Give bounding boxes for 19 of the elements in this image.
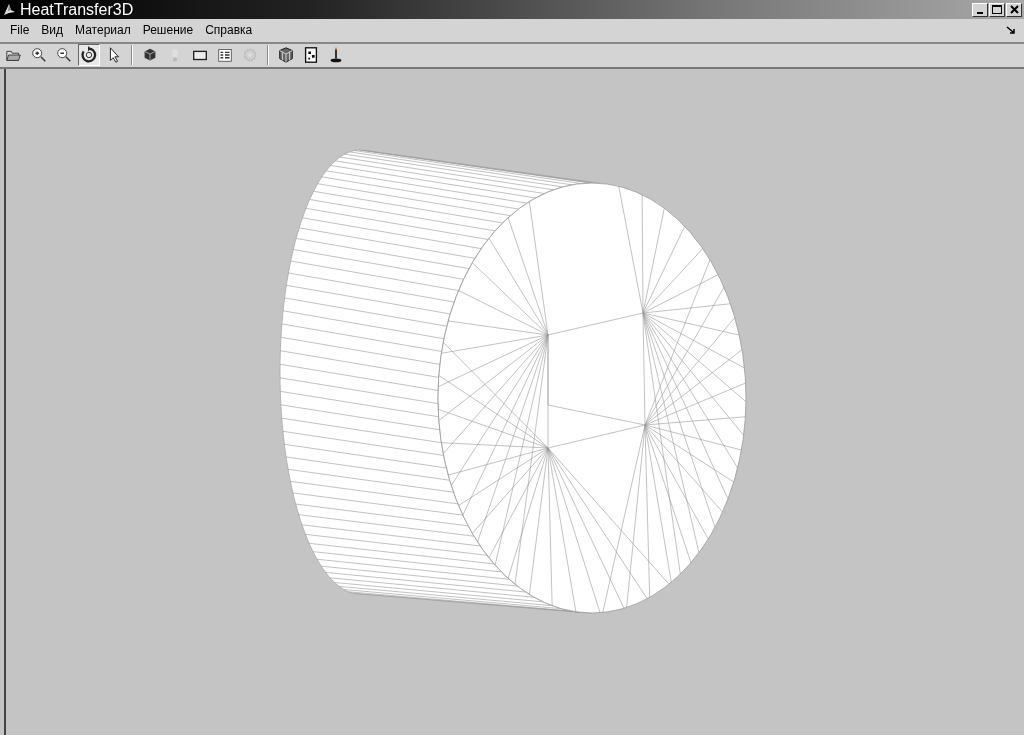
menu-item[interactable]: Справка [199,21,259,40]
toolbar-button[interactable] [78,44,100,67]
app-logo-icon [2,2,16,17]
mesh-cube-icon [277,46,295,65]
minimize-button[interactable] [972,2,988,17]
window-title: HeatTransfer3D [20,0,135,19]
list-icon [216,46,234,65]
maximize-icon [992,5,1002,14]
maximize-button[interactable] [989,2,1005,17]
grid-document-icon [302,46,320,65]
dock-arrow-icon[interactable] [1006,25,1016,36]
menu-item[interactable]: Вид [35,21,70,40]
menu-item[interactable]: File [4,21,36,40]
close-icon [1009,5,1019,14]
rotate-icon [80,46,98,65]
menu-item[interactable]: Решение [136,21,200,40]
minimize-icon [977,11,983,14]
menu-item[interactable]: Материал [69,21,137,40]
close-button[interactable] [1006,2,1022,17]
